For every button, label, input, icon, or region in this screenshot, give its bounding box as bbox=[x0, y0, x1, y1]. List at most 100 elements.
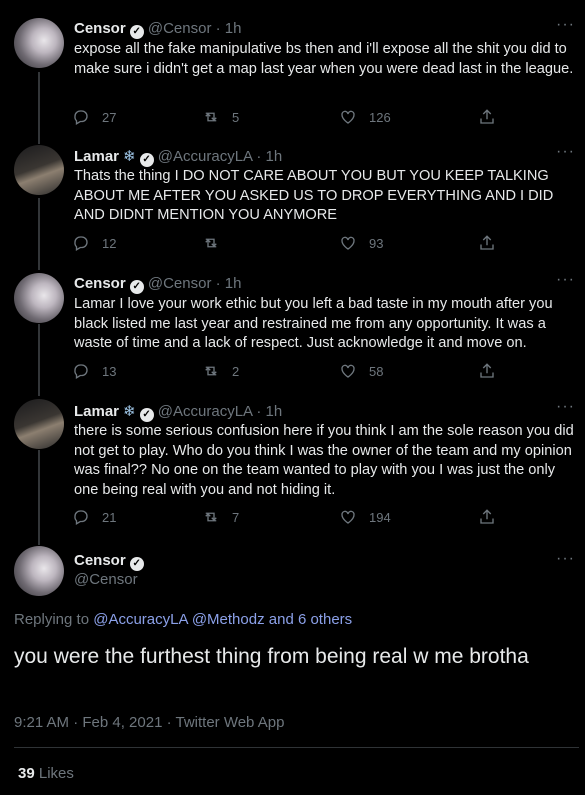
snowflake-emoji: ❄ bbox=[123, 148, 136, 165]
share-button[interactable] bbox=[478, 234, 496, 252]
tweet-1[interactable]: Censor ✓ @Censor · 1h ··· expose all the … bbox=[0, 0, 585, 135]
reply-button[interactable]: 12 bbox=[72, 234, 116, 252]
share-icon bbox=[480, 109, 494, 124]
tweet-actions: 12 93 bbox=[72, 234, 522, 254]
retweet-button[interactable]: 7 bbox=[202, 508, 239, 526]
focus-user-handle[interactable]: @Censor bbox=[74, 571, 138, 588]
user-name[interactable]: Censor bbox=[74, 275, 126, 292]
more-icon[interactable]: ··· bbox=[556, 550, 575, 568]
reply-button[interactable]: 13 bbox=[72, 362, 116, 380]
share-icon bbox=[480, 235, 494, 250]
like-icon bbox=[341, 236, 355, 250]
verified-badge-icon: ✓ bbox=[129, 280, 144, 294]
tweet-2[interactable]: Lamar ❄ ✓ @AccuracyLA · 1h ··· Thats the t… bbox=[0, 135, 585, 263]
focus-user-name[interactable]: Censor ✓ bbox=[74, 552, 144, 571]
tweet-header: Lamar ❄ ✓ @AccuracyLA · 1h bbox=[74, 147, 282, 167]
tweet-timestamp[interactable]: 9:21 AM · Feb 4, 2021 · Twitter Web App bbox=[14, 714, 284, 731]
like-count: 194 bbox=[369, 509, 391, 525]
like-icon bbox=[341, 364, 355, 378]
tweet-actions: 13 2 58 bbox=[72, 362, 522, 382]
reply-count: 27 bbox=[102, 109, 117, 125]
reply-icon bbox=[74, 236, 88, 251]
tweet-3[interactable]: Censor ✓ @Censor · 1h ··· Lamar I love yo… bbox=[0, 263, 585, 391]
retweet-button[interactable] bbox=[202, 234, 232, 252]
user-name[interactable]: Censor bbox=[74, 20, 126, 37]
reply-count: 12 bbox=[102, 235, 117, 251]
reply-icon bbox=[74, 510, 88, 525]
likes-stat[interactable]: 39 Likes bbox=[18, 765, 74, 782]
more-icon[interactable]: ··· bbox=[556, 143, 575, 161]
user-handle[interactable]: @AccuracyLA bbox=[158, 403, 252, 420]
more-icon[interactable]: ··· bbox=[556, 271, 575, 289]
reply-count: 13 bbox=[102, 363, 117, 379]
reply-count: 21 bbox=[102, 509, 117, 525]
tweet-time[interactable]: · 1h bbox=[256, 403, 282, 420]
retweet-button[interactable]: 2 bbox=[202, 362, 239, 380]
more-icon[interactable]: ··· bbox=[556, 16, 575, 34]
like-button[interactable]: 194 bbox=[339, 508, 391, 526]
replying-to: Replying to @AccuracyLA @Methodz and 6 o… bbox=[14, 611, 352, 628]
user-name[interactable]: Lamar bbox=[74, 148, 119, 165]
like-count: 126 bbox=[369, 109, 391, 125]
like-button[interactable]: 93 bbox=[339, 234, 383, 252]
tweet-header: Censor ✓ @Censor · 1h bbox=[74, 20, 241, 39]
verified-badge-icon: ✓ bbox=[139, 408, 154, 422]
like-icon bbox=[341, 110, 355, 124]
retweet-icon bbox=[205, 512, 217, 522]
reply-button[interactable]: 21 bbox=[72, 508, 116, 526]
user-name[interactable]: Censor bbox=[74, 552, 126, 569]
avatar-censor[interactable] bbox=[14, 546, 64, 596]
tweet-text: there is some serious confusion here if … bbox=[74, 423, 574, 498]
more-icon[interactable]: ··· bbox=[556, 398, 575, 416]
verified-badge-icon: ✓ bbox=[139, 153, 154, 167]
share-icon bbox=[480, 363, 494, 378]
tweet-text: Thats the thing I DO NOT CARE ABOUT YOU … bbox=[74, 168, 554, 223]
avatar-lamar[interactable] bbox=[14, 399, 64, 449]
tweet-time[interactable]: · 1h bbox=[256, 148, 282, 165]
avatar-lamar[interactable] bbox=[14, 145, 64, 195]
snowflake-emoji: ❄ bbox=[123, 403, 136, 420]
share-button[interactable] bbox=[478, 362, 496, 380]
retweet-count: 5 bbox=[232, 109, 240, 125]
tweet-time[interactable]: · 1h bbox=[216, 275, 242, 292]
verified-badge-icon: ✓ bbox=[129, 25, 144, 39]
divider bbox=[14, 747, 579, 748]
like-button[interactable]: 126 bbox=[339, 108, 391, 126]
verified-badge-icon: ✓ bbox=[129, 557, 144, 571]
tweet-time[interactable]: · 1h bbox=[216, 20, 242, 37]
retweet-count: 7 bbox=[232, 509, 240, 525]
replying-label: Replying to bbox=[14, 611, 90, 628]
tweet-header: Lamar ❄ ✓ @AccuracyLA · 1h bbox=[74, 402, 282, 422]
others-link[interactable]: and 6 others bbox=[269, 611, 352, 628]
mention-link[interactable]: @AccuracyLA bbox=[93, 611, 187, 628]
reply-icon bbox=[74, 110, 88, 125]
retweet-button[interactable]: 5 bbox=[202, 108, 239, 126]
like-count: 58 bbox=[369, 363, 384, 379]
user-handle[interactable]: @Censor bbox=[148, 20, 212, 37]
user-handle[interactable]: @AccuracyLA bbox=[158, 148, 252, 165]
share-button[interactable] bbox=[478, 108, 496, 126]
avatar-censor[interactable] bbox=[14, 18, 64, 68]
reply-button[interactable]: 27 bbox=[72, 108, 116, 126]
retweet-icon bbox=[205, 238, 217, 248]
user-handle[interactable]: @Censor bbox=[148, 275, 212, 292]
tweet-actions: 21 7 194 bbox=[72, 508, 522, 528]
tweet-text: Lamar I love your work ethic but you lef… bbox=[74, 296, 553, 351]
likes-label: Likes bbox=[38, 765, 74, 782]
likes-count: 39 bbox=[18, 765, 35, 782]
like-icon bbox=[341, 510, 355, 524]
user-name[interactable]: Lamar bbox=[74, 403, 119, 420]
share-icon bbox=[480, 509, 494, 524]
retweet-icon bbox=[205, 366, 217, 376]
mention-link[interactable]: @Methodz bbox=[192, 611, 265, 628]
tweet-header: Censor ✓ @Censor · 1h bbox=[74, 275, 241, 294]
retweet-count: 2 bbox=[232, 363, 240, 379]
focus-tweet-text: you were the furthest thing from being r… bbox=[14, 645, 529, 668]
avatar-censor[interactable] bbox=[14, 273, 64, 323]
tweet-text: expose all the fake manipulative bs then… bbox=[74, 41, 574, 77]
tweet-4[interactable]: Lamar ❄ ✓ @AccuracyLA · 1h ··· there is so… bbox=[0, 391, 585, 538]
retweet-icon bbox=[205, 112, 217, 122]
share-button[interactable] bbox=[478, 508, 496, 526]
like-button[interactable]: 58 bbox=[339, 362, 383, 380]
tweet-actions: 27 5 126 bbox=[72, 108, 522, 128]
